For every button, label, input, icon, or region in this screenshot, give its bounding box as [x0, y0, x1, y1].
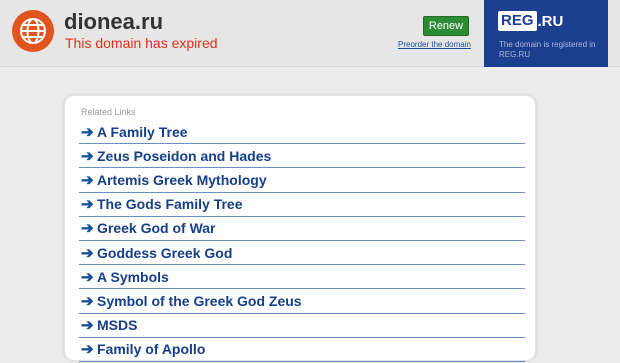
list-item[interactable]: ➔ Goddess Greek God — [79, 241, 525, 266]
arrow-right-icon: ➔ — [81, 147, 94, 165]
registrar-logo[interactable]: REG .RU — [498, 11, 563, 31]
related-links-list: ➔ A Family Tree ➔ Zeus Poseidon and Hade… — [79, 120, 525, 362]
arrow-right-icon: ➔ — [81, 268, 94, 286]
renew-button[interactable]: Renew — [423, 16, 469, 36]
list-item[interactable]: ➔ Family of Apollo — [79, 338, 525, 362]
list-item[interactable]: ➔ A Symbols — [79, 265, 525, 290]
arrow-right-icon: ➔ — [81, 171, 94, 189]
registrar-logo-main: REG — [498, 11, 537, 31]
related-link[interactable]: Symbol of the Greek God Zeus — [97, 293, 302, 309]
globe-icon — [12, 10, 54, 52]
list-item[interactable]: ➔ Symbol of the Greek God Zeus — [79, 289, 525, 314]
list-item[interactable]: ➔ Zeus Poseidon and Hades — [79, 144, 525, 169]
arrow-right-icon: ➔ — [81, 317, 94, 335]
related-links-title: Related Links — [81, 107, 136, 117]
arrow-right-icon: ➔ — [81, 196, 94, 214]
related-link[interactable]: A Family Tree — [97, 124, 188, 140]
registrar-logo-suffix: .RU — [537, 12, 564, 30]
related-link[interactable]: Family of Apollo — [97, 341, 205, 357]
list-item[interactable]: ➔ MSDS — [79, 314, 525, 338]
arrow-right-icon: ➔ — [81, 244, 94, 262]
arrow-right-icon: ➔ — [81, 292, 94, 310]
preorder-link[interactable]: Preorder the domain — [398, 40, 471, 49]
list-item[interactable]: ➔ Artemis Greek Mythology — [79, 168, 525, 193]
list-item[interactable]: ➔ Greek God of War — [79, 217, 525, 241]
top-bar: dionea.ru This domain has expired Renew … — [0, 0, 620, 67]
related-link[interactable]: Zeus Poseidon and Hades — [97, 148, 271, 164]
list-item[interactable]: ➔ The Gods Family Tree — [79, 193, 525, 217]
related-link[interactable]: A Symbols — [97, 269, 169, 285]
related-link[interactable]: MSDS — [97, 317, 137, 333]
domain-name: dionea.ru — [64, 9, 164, 34]
related-link[interactable]: The Gods Family Tree — [97, 196, 243, 212]
related-link[interactable]: Greek God of War — [97, 220, 216, 236]
registrar-note: The domain is registered in REG.RU — [499, 40, 596, 59]
related-links-panel: Related Links ➔ A Family Tree ➔ Zeus Pos… — [62, 93, 538, 363]
arrow-right-icon: ➔ — [81, 123, 94, 141]
related-link[interactable]: Artemis Greek Mythology — [97, 172, 267, 188]
arrow-right-icon: ➔ — [81, 220, 94, 238]
expired-notice: This domain has expired — [65, 35, 218, 51]
related-link[interactable]: Goddess Greek God — [97, 245, 232, 261]
registrar-panel[interactable]: REG .RU The domain is registered in REG.… — [484, 0, 608, 67]
list-item[interactable]: ➔ A Family Tree — [79, 120, 525, 145]
